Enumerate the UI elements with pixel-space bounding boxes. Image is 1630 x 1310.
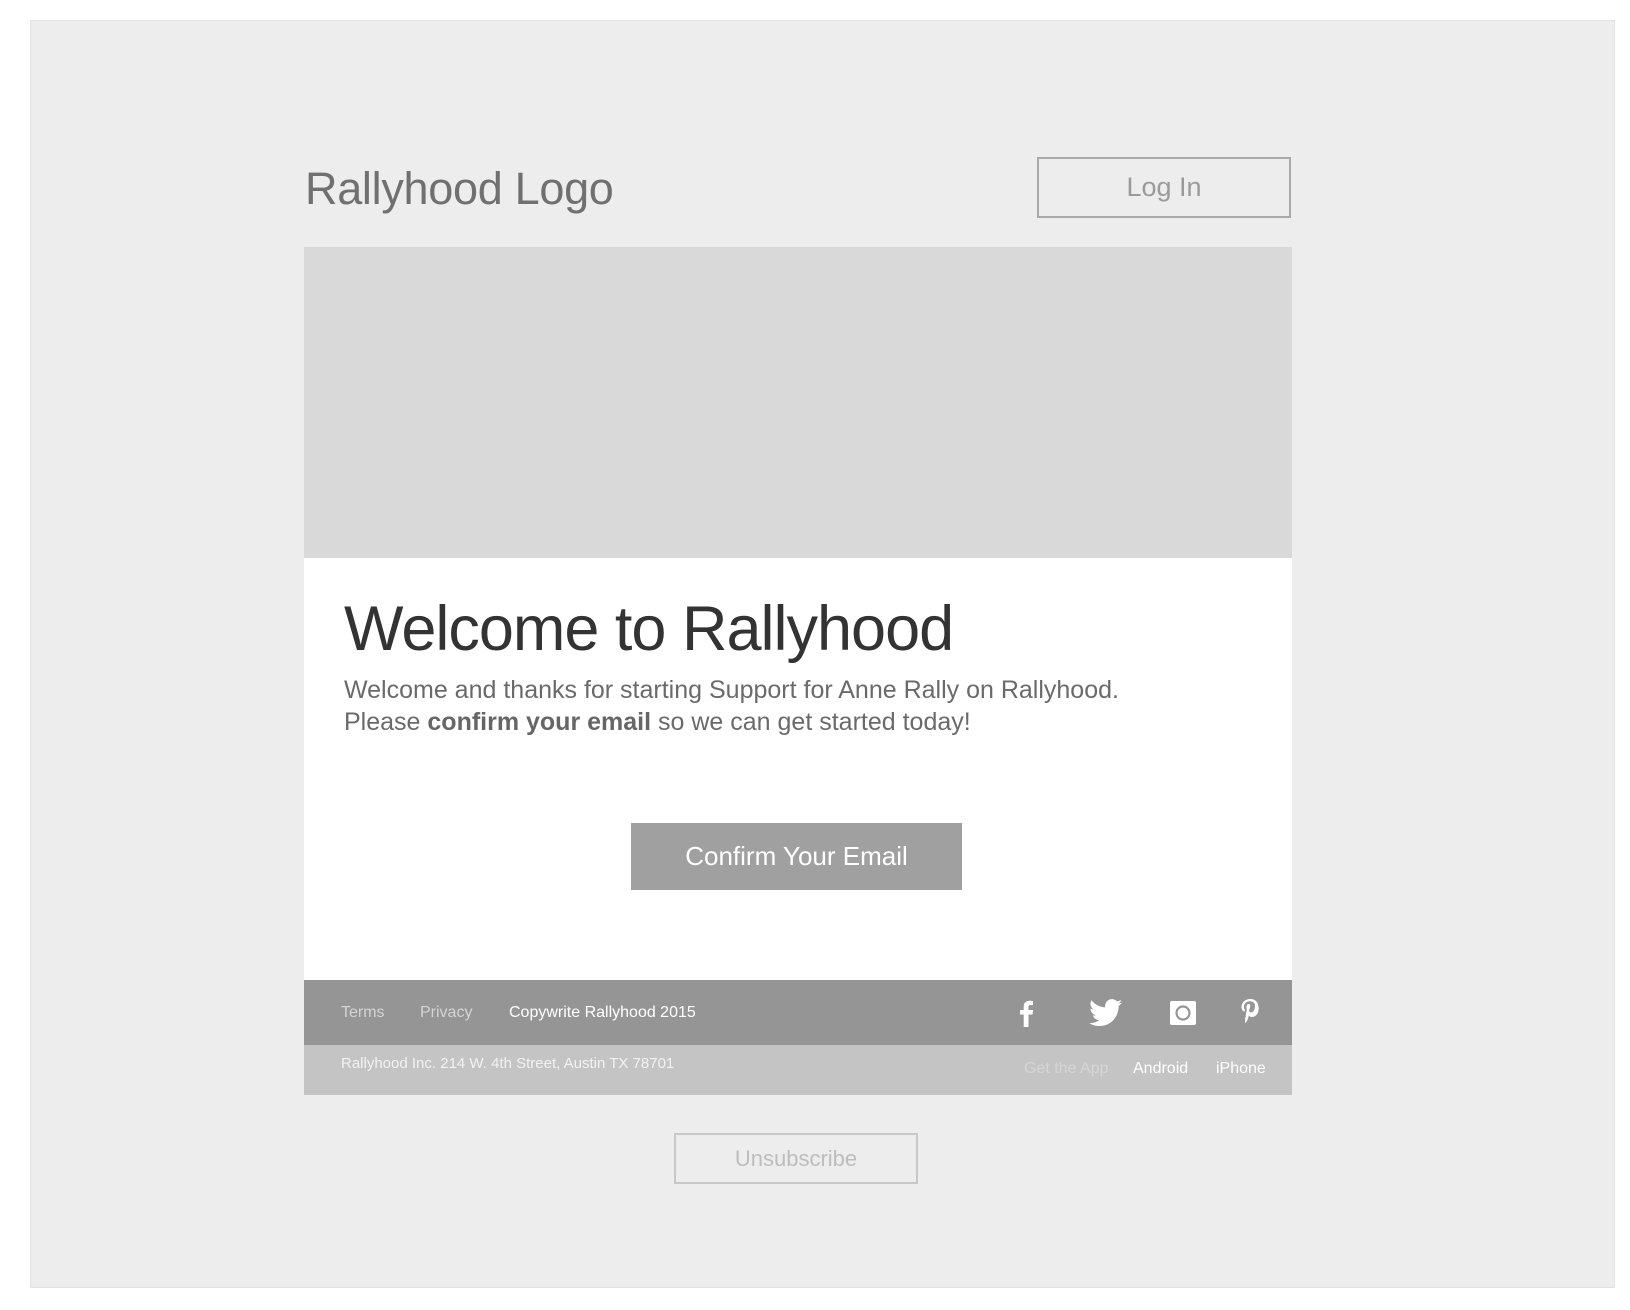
pinterest-icon[interactable] <box>1233 996 1267 1030</box>
footer-links-bar: Terms Privacy Copywrite Rallyhood 2015 <box>304 980 1292 1045</box>
hero-image-placeholder <box>304 247 1292 558</box>
rallyhood-logo[interactable]: Rallyhood Logo <box>305 163 614 215</box>
footer-address-bar: Rallyhood Inc. 214 W. 4th Street, Austin… <box>304 1045 1292 1095</box>
line2-prefix: Please <box>344 708 428 736</box>
welcome-line-1: Welcome and thanks for starting Support … <box>344 676 1119 704</box>
login-button[interactable]: Log In <box>1037 157 1291 218</box>
iphone-link[interactable]: iPhone <box>1216 1060 1266 1078</box>
email-content-card: Welcome to Rallyhood Welcome and thanks … <box>304 558 1292 980</box>
company-address: Rallyhood Inc. 214 W. 4th Street, Austin… <box>341 1055 675 1072</box>
confirm-email-emphasis: confirm your email <box>427 708 652 736</box>
get-the-app-label: Get the App <box>1024 1060 1109 1077</box>
welcome-message: Welcome and thanks for starting Support … <box>344 674 1119 738</box>
privacy-link[interactable]: Privacy <box>420 1004 472 1022</box>
android-link[interactable]: Android <box>1133 1060 1188 1078</box>
welcome-line-2: Please confirm your email so we can get … <box>344 706 1119 738</box>
copyright-text: Copywrite Rallyhood 2015 <box>509 1004 696 1021</box>
instagram-icon[interactable] <box>1166 996 1200 1030</box>
confirm-email-button[interactable]: Confirm Your Email <box>631 823 962 890</box>
terms-link[interactable]: Terms <box>341 1004 385 1022</box>
unsubscribe-button[interactable]: Unsubscribe <box>674 1133 918 1184</box>
twitter-icon[interactable] <box>1089 996 1123 1030</box>
line2-suffix: so we can get started today! <box>651 708 971 736</box>
facebook-icon[interactable] <box>1009 996 1043 1030</box>
welcome-heading: Welcome to Rallyhood <box>344 594 954 664</box>
